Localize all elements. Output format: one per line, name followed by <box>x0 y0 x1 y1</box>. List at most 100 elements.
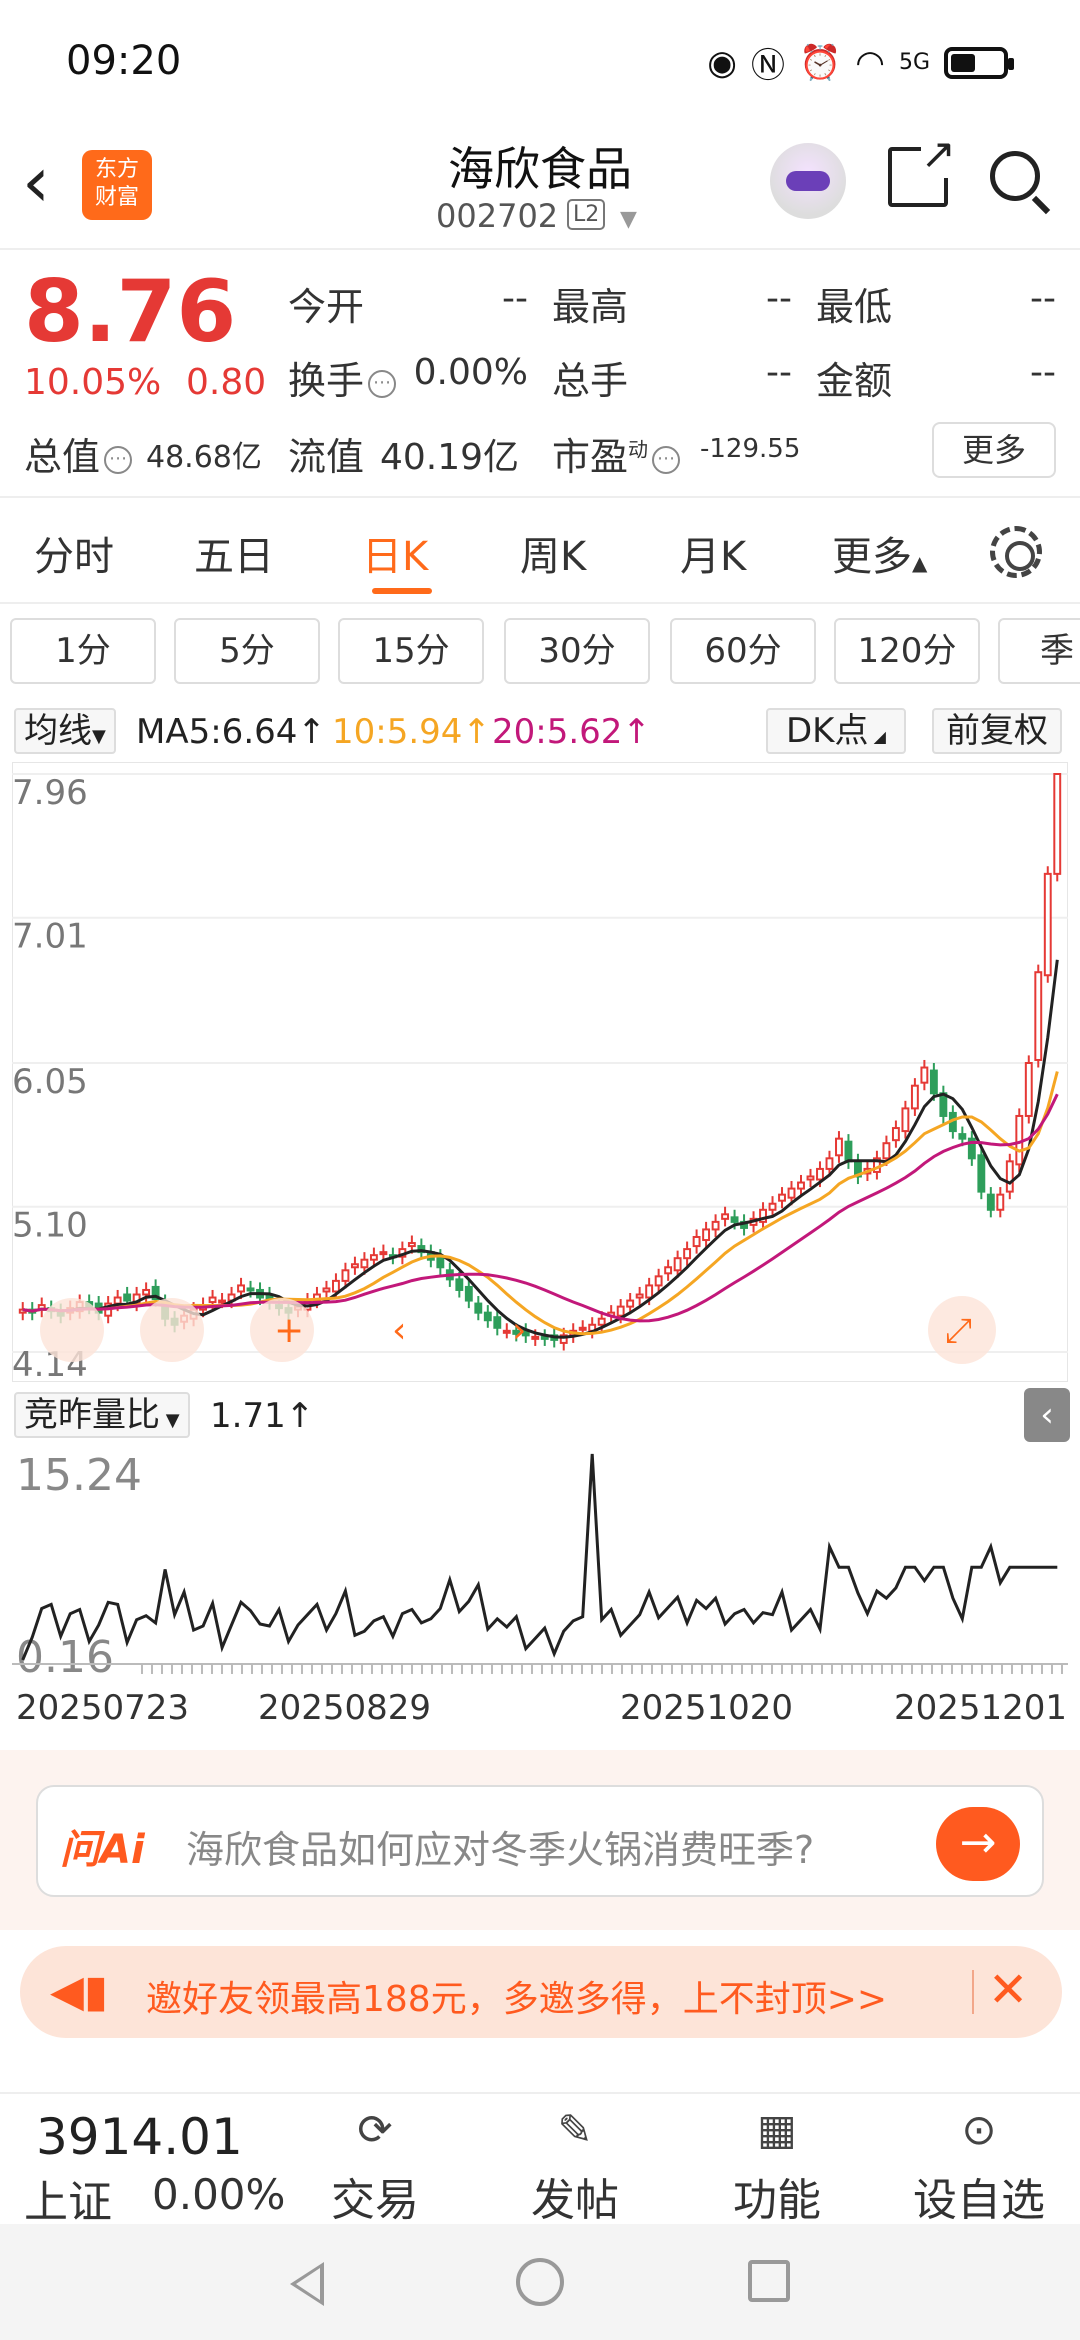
candle <box>208 1296 217 1304</box>
chip-1min[interactable]: 1分 <box>10 618 156 684</box>
low-label: 最低 <box>816 285 893 329</box>
mktcap-label[interactable]: 总值 ⋯ <box>24 426 133 481</box>
kline-chart[interactable]: 7.967.016.055.104.14 + ‹ › ⤢ <box>12 762 1068 1382</box>
close-icon[interactable]: ✕ <box>988 1962 1028 2018</box>
volume-label: 总手 <box>552 359 629 403</box>
y-tick-label: 7.01 <box>12 917 88 957</box>
nav-add-watchlist[interactable]: ⊙ 设自选 <box>904 2102 1054 2228</box>
candle <box>1024 1062 1033 1117</box>
bottom-bar: 3914.01 上证 0.00% ⟳ 交易 ✎ 发帖 ▦ 功能 ⊙ 设自选 <box>0 2092 1080 2228</box>
svg-text:⤢: ⤢ <box>945 1311 972 1351</box>
system-recent-icon[interactable] <box>748 2260 790 2302</box>
candle <box>322 1287 331 1293</box>
nav-functions[interactable]: ▦ 功能 <box>702 2102 852 2228</box>
float-value: 40.19亿 <box>380 437 520 478</box>
candle <box>464 1285 473 1302</box>
system-back-icon[interactable] <box>290 2262 324 2306</box>
ask-ai-prompt[interactable]: 海欣食品如何应对冬季火锅消费旺季? <box>186 1819 814 1874</box>
candle <box>502 1329 511 1334</box>
network-icon: 5G <box>898 50 930 75</box>
last-price: 8.76 <box>24 262 237 362</box>
svg-text:›: › <box>512 1310 526 1351</box>
turnover-label[interactable]: 换手 ⋯ <box>288 350 397 405</box>
candle <box>702 1228 711 1242</box>
nav-post[interactable]: ✎ 发帖 <box>500 2102 650 2228</box>
volume-indicator-select[interactable]: 竞昨量比 ▼ <box>14 1392 190 1438</box>
date-tick: 20250723 <box>16 1688 190 1728</box>
more-button[interactable]: 更多 <box>932 422 1056 478</box>
ma-select[interactable]: 均线▼ <box>14 708 116 754</box>
l2-badge[interactable]: L2 <box>567 199 606 230</box>
tab-weekly-k[interactable]: 周K <box>520 524 586 582</box>
chip-30min[interactable]: 30分 <box>504 618 650 684</box>
candle <box>540 1335 549 1340</box>
chevron-down-icon[interactable]: ▼ <box>620 207 637 232</box>
nav-trade[interactable]: ⟳ 交易 <box>300 2102 450 2228</box>
date-tick: 20251020 <box>620 1688 794 1728</box>
candle <box>673 1257 682 1272</box>
pe-value: -129.55 <box>700 434 801 464</box>
caret-up-icon: ▲ <box>912 551 928 575</box>
gear-icon[interactable] <box>990 526 1042 578</box>
candle <box>123 1293 132 1302</box>
candle <box>474 1302 483 1314</box>
tab-monthly-k[interactable]: 月K <box>680 524 746 582</box>
open-value: -- <box>502 278 528 319</box>
tab-daily-k[interactable]: 日K <box>362 524 428 582</box>
megaphone-icon: ◀▮ <box>50 1966 109 2017</box>
candle <box>1005 1160 1014 1193</box>
system-home-icon[interactable] <box>516 2258 564 2306</box>
dk-button[interactable]: DK点 ◢ <box>766 708 906 754</box>
promo-text[interactable]: 邀好友领最高188元，多邀多得，上不封顶>> <box>146 1970 887 2022</box>
candle <box>797 1181 805 1190</box>
tab-more[interactable]: 更多▲ <box>832 524 927 582</box>
candle <box>711 1220 720 1231</box>
candle <box>616 1305 625 1317</box>
trade-icon: ⟳ <box>357 2105 393 2154</box>
ask-ai-box[interactable]: 问Ai 海欣食品如何应对冬季火锅消费旺季? → <box>36 1785 1044 1897</box>
y-tick-label: 5.10 <box>12 1206 88 1246</box>
status-icons: ◉ Ⓝ ⏰ ◠ 5G <box>707 38 1014 87</box>
status-bar: 09:20 ◉ Ⓝ ⏰ ◠ 5G <box>0 0 1080 125</box>
arrow-right-icon[interactable]: → <box>936 1807 1020 1881</box>
ma20-value: 20:5.62↑ <box>492 712 651 752</box>
period-tabs: 分时 五日 日K 周K 月K 更多▲ <box>0 500 1080 604</box>
chip-5min[interactable]: 5分 <box>174 618 320 684</box>
candle <box>379 1251 388 1256</box>
candle <box>436 1255 445 1269</box>
chip-60min[interactable]: 60分 <box>670 618 816 684</box>
candle <box>882 1142 891 1160</box>
chip-15min[interactable]: 15分 <box>338 618 484 684</box>
info-icon: ⋯ <box>652 445 681 474</box>
volume-ratio-chart[interactable]: 15.24 0.16 <box>12 1446 1068 1686</box>
adjust-button[interactable]: 前复权 <box>932 708 1062 754</box>
candle <box>597 1317 606 1326</box>
candle <box>493 1316 502 1329</box>
tab-five-day[interactable]: 五日 <box>194 524 274 582</box>
candle <box>958 1133 967 1140</box>
info-icon: ⋯ <box>368 369 397 398</box>
assistant-avatar[interactable] <box>770 143 846 219</box>
amount-label: 金额 <box>816 359 893 403</box>
tab-intraday[interactable]: 分时 <box>34 524 114 582</box>
volume-value: -- <box>766 352 792 393</box>
battery-icon <box>944 46 1014 79</box>
search-icon[interactable] <box>990 151 1040 201</box>
turnover-value: 0.00% <box>413 352 528 393</box>
chip-120min[interactable]: 120分 <box>834 618 980 684</box>
stock-code[interactable]: 002702 <box>436 197 558 235</box>
grid-icon: ▦ <box>757 2105 797 2154</box>
chip-quarter[interactable]: 季 <box>998 618 1080 684</box>
candle <box>455 1278 464 1291</box>
ma5-value: MA5:6.64↑ <box>136 712 326 752</box>
eye-icon: ◉ <box>707 42 737 83</box>
promo-banner[interactable]: ◀▮ 邀好友领最高188元，多邀多得，上不封顶>> ✕ <box>20 1946 1062 2038</box>
pe-label[interactable]: 市盈动 ⋯ <box>552 426 681 481</box>
date-tick: 20251201 <box>894 1688 1068 1728</box>
info-icon: ⋯ <box>104 445 133 474</box>
alarm-icon: ⏰ <box>798 42 842 83</box>
more-icon: ⊙ <box>961 2105 997 2154</box>
share-icon[interactable] <box>888 129 956 207</box>
collapse-icon[interactable]: ‹ <box>1024 1388 1070 1442</box>
index-name: 上证 <box>24 2177 112 2228</box>
